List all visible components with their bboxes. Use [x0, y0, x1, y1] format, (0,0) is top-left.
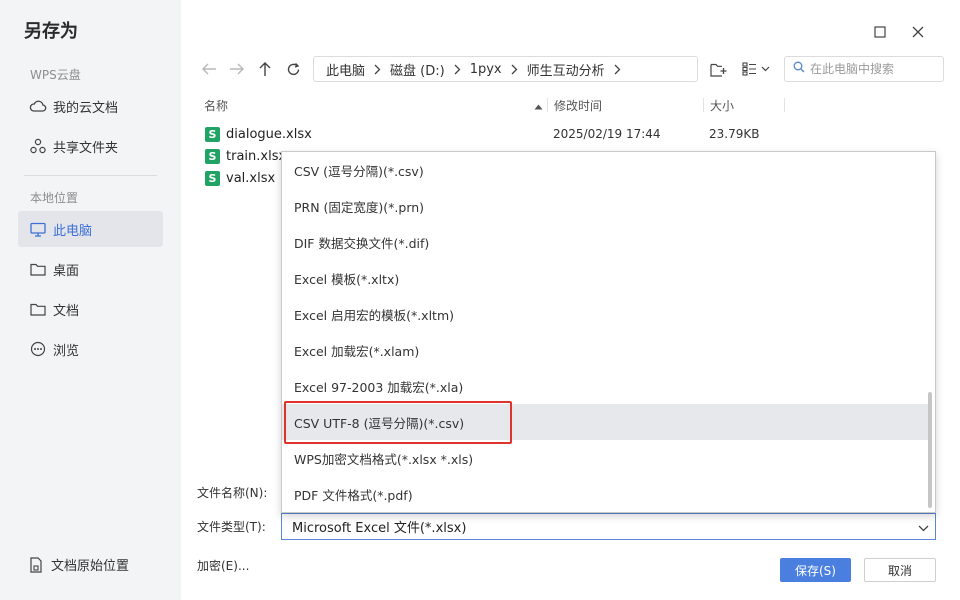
- filetype-dropdown-list: CSV (逗号分隔)(*.csv) PRN (固定宽度)(*.prn) DIF …: [281, 151, 936, 513]
- refresh-icon: [287, 62, 299, 75]
- close-icon: [912, 26, 924, 38]
- sidebar-item-label: 桌面: [53, 263, 80, 279]
- original-location-label: 文档原始位置: [51, 559, 130, 574]
- local-section-label: 本地位置: [30, 191, 79, 205]
- sidebar-item-browse[interactable]: 浏览: [18, 331, 163, 367]
- maximize-icon: [874, 26, 886, 38]
- refresh-button[interactable]: [282, 58, 304, 80]
- back-button[interactable]: [198, 58, 220, 80]
- arrow-up-icon: [259, 62, 271, 76]
- share-folder-icon: [29, 137, 47, 155]
- chevron-down-icon: [918, 521, 929, 536]
- search-icon: [793, 61, 805, 77]
- sidebar-item-label: 共享文件夹: [53, 140, 119, 156]
- save-button[interactable]: 保存(S): [780, 558, 851, 582]
- filetype-option[interactable]: PRN (固定宽度)(*.prn): [282, 188, 932, 224]
- column-separator[interactable]: [547, 98, 548, 112]
- filetype-option[interactable]: PDF 文件格式(*.pdf): [282, 476, 932, 512]
- column-separator[interactable]: [784, 98, 785, 112]
- file-size: 23.79KB: [709, 127, 760, 141]
- computer-icon: [29, 220, 47, 238]
- filetype-option[interactable]: Excel 加载宏(*.xlam): [282, 332, 932, 368]
- chevron-right-icon: [454, 64, 461, 75]
- sidebar-item-shared-folder[interactable]: 共享文件夹: [18, 128, 163, 164]
- excel-file-icon: S: [205, 148, 220, 164]
- sidebar-item-this-pc[interactable]: 此电脑: [18, 211, 163, 247]
- sort-ascending-icon: [534, 99, 543, 114]
- filetype-label: 文件类型(T):: [197, 520, 266, 534]
- sidebar-item-my-cloud-docs[interactable]: 我的云文档: [18, 88, 163, 124]
- column-header-modified[interactable]: 修改时间: [554, 97, 602, 114]
- sidebar-item-label: 文档: [53, 303, 80, 319]
- sidebar-item-label: 我的云文档: [53, 100, 119, 116]
- cloud-icon: [29, 97, 47, 115]
- breadcrumb: 此电脑 磁盘 (D:) 1pyx 师生互动分析: [313, 56, 698, 82]
- breadcrumb-item[interactable]: 磁盘 (D:): [390, 60, 445, 79]
- original-location-button[interactable]: 文档原始位置: [29, 555, 129, 574]
- filetype-option[interactable]: Excel 模板(*.xltx): [282, 260, 932, 296]
- arrow-left-icon: [202, 63, 216, 75]
- close-button[interactable]: [906, 20, 930, 44]
- file-row[interactable]: S dialogue.xlsx 2025/02/19 17:44 23.79KB: [197, 123, 937, 145]
- search-box[interactable]: [784, 56, 944, 82]
- wps-cloud-section-label: WPS云盘: [30, 68, 81, 82]
- breadcrumb-item[interactable]: 此电脑: [326, 60, 365, 79]
- more-icon: [29, 340, 47, 358]
- annotation-highlight-box: [284, 401, 512, 444]
- file-name: dialogue.xlsx: [226, 126, 312, 142]
- dropdown-scrollbar[interactable]: [928, 392, 932, 508]
- filetype-option[interactable]: WPS加密文档格式(*.xlsx *.xls): [282, 440, 932, 476]
- chevron-right-icon: [614, 64, 621, 75]
- filename-label: 文件名称(N):: [197, 486, 268, 500]
- new-folder-button[interactable]: [708, 58, 728, 80]
- maximize-button[interactable]: [868, 20, 892, 44]
- sidebar-item-desktop[interactable]: 桌面: [18, 251, 163, 287]
- breadcrumb-item[interactable]: 师生互动分析: [527, 60, 605, 79]
- filetype-option[interactable]: Excel 启用宏的模板(*.xltm): [282, 296, 932, 332]
- sidebar-item-documents[interactable]: 文档: [18, 291, 163, 327]
- folder-icon: [29, 260, 47, 278]
- filetype-option[interactable]: CSV (逗号分隔)(*.csv): [282, 152, 932, 188]
- dialog-title: 另存为: [24, 21, 78, 42]
- excel-file-icon: S: [205, 126, 220, 142]
- forward-button[interactable]: [226, 58, 248, 80]
- column-header-size[interactable]: 大小: [710, 97, 734, 114]
- arrow-right-icon: [230, 63, 244, 75]
- sidebar-item-label: 浏览: [53, 343, 80, 359]
- document-location-icon: [29, 556, 43, 573]
- chevron-right-icon: [511, 64, 518, 75]
- new-folder-icon: [709, 63, 726, 77]
- column-separator[interactable]: [703, 98, 704, 112]
- folder-icon: [29, 300, 47, 318]
- chevron-right-icon: [374, 64, 381, 75]
- up-button[interactable]: [254, 58, 276, 80]
- filetype-select[interactable]: Microsoft Excel 文件(*.xlsx): [281, 513, 936, 540]
- sidebar-divider: [24, 175, 157, 176]
- search-input[interactable]: [810, 62, 935, 76]
- file-modified: 2025/02/19 17:44: [553, 127, 661, 141]
- excel-file-icon: S: [205, 170, 220, 186]
- list-view-icon: [742, 62, 770, 76]
- filetype-option[interactable]: Excel 97-2003 加载宏(*.xla): [282, 368, 932, 404]
- view-mode-button[interactable]: [741, 58, 773, 80]
- encrypt-button[interactable]: 加密(E)...: [197, 557, 249, 574]
- sidebar: 另存为 WPS云盘 我的云文档 共享文件夹 本地位置 此电脑 桌面 文档 浏览 …: [0, 0, 181, 600]
- sidebar-item-label: 此电脑: [53, 223, 93, 239]
- filetype-option[interactable]: DIF 数据交换文件(*.dif): [282, 224, 932, 260]
- breadcrumb-item[interactable]: 1pyx: [470, 62, 502, 77]
- filetype-selected-value: Microsoft Excel 文件(*.xlsx): [292, 521, 467, 536]
- column-header-name[interactable]: 名称: [204, 97, 228, 114]
- cancel-button[interactable]: 取消: [864, 558, 936, 582]
